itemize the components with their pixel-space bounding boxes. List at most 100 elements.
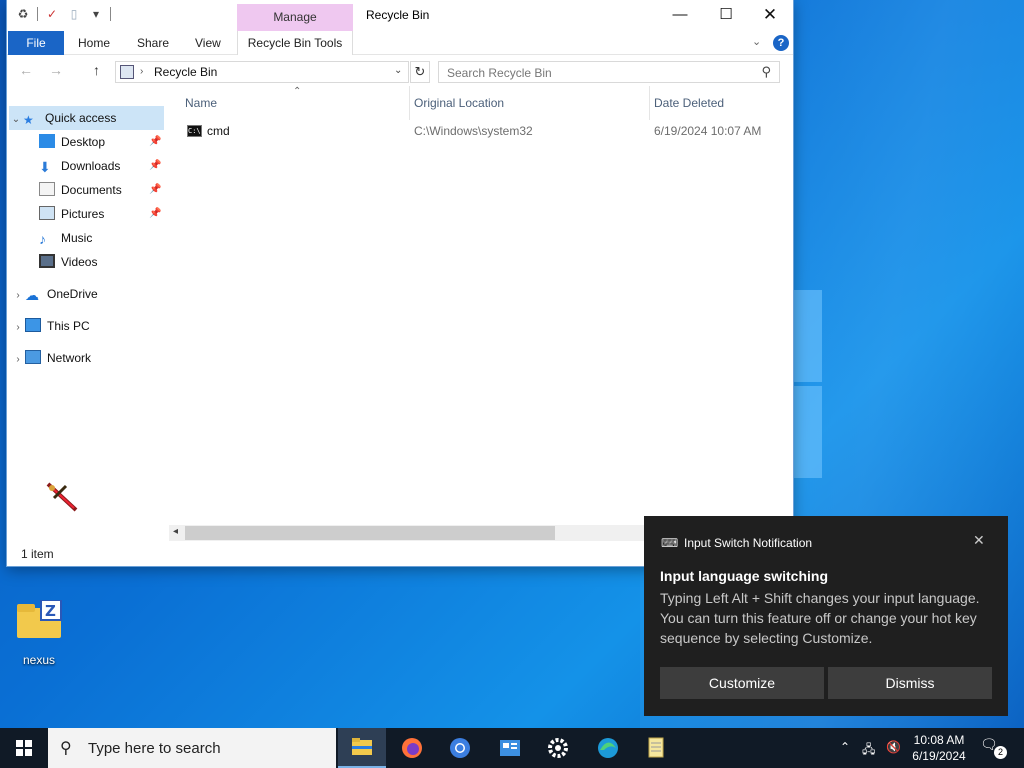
sword-icon[interactable] xyxy=(44,478,82,516)
scroll-left-icon[interactable]: ◂ xyxy=(173,526,178,537)
refresh-button[interactable]: ↻ xyxy=(410,61,430,83)
pin-icon: 📌 xyxy=(149,208,162,219)
table-row[interactable]: C:\ cmd C:\Windows\system32 6/19/2024 10… xyxy=(173,120,793,142)
nav-item-label: Documents xyxy=(61,183,122,197)
chrome-icon xyxy=(450,738,470,758)
chevron-down-icon[interactable]: ▾ xyxy=(88,6,104,22)
search-box[interactable]: Search Recycle Bin ⚲ xyxy=(438,61,780,83)
toast-app-name: Input Switch Notification xyxy=(684,536,813,550)
chevron-right-icon[interactable]: › xyxy=(11,348,25,372)
nav-item-desktop[interactable]: Desktop xyxy=(39,130,105,154)
nav-item-label: Videos xyxy=(61,255,98,269)
forward-arrow-icon[interactable]: → xyxy=(49,62,63,78)
nav-item-videos[interactable]: Videos xyxy=(39,250,97,274)
pin-icon: 📌 xyxy=(149,160,162,171)
windows-start-icon[interactable] xyxy=(0,728,48,768)
toast-title: Input language switching xyxy=(660,568,828,584)
sort-ascending-icon: ⌃ xyxy=(293,86,302,97)
column-divider[interactable] xyxy=(409,86,410,120)
recycle-bin-icon xyxy=(120,65,134,79)
title-bar: ♻ ✓ ▯ ▾ Manage Recycle Bin — ☐ ✕ xyxy=(7,0,793,31)
minimize-button[interactable]: — xyxy=(657,0,703,30)
network-status-icon[interactable]: 🖧 xyxy=(862,740,875,761)
firefox-icon xyxy=(402,738,422,758)
taskbar-firefox[interactable] xyxy=(388,728,436,768)
new-folder-icon[interactable]: ▯ xyxy=(66,6,82,22)
nav-item-network[interactable]: › Network xyxy=(11,346,91,370)
control-panel-icon xyxy=(500,740,520,756)
chevron-right-icon[interactable]: › xyxy=(140,66,143,77)
item-count: 1 item xyxy=(21,547,54,561)
nav-item-this-pc[interactable]: › This PC xyxy=(11,314,90,338)
nav-item-label: This PC xyxy=(47,319,90,333)
taskbar-search[interactable]: ⚲ Type here to search xyxy=(48,728,336,768)
column-header-date-deleted[interactable]: Date Deleted xyxy=(654,96,724,110)
nav-item-music[interactable]: ♪ Music xyxy=(39,226,92,250)
nav-item-quick-access[interactable]: ⌄ ★ Quick access xyxy=(9,106,164,130)
help-icon[interactable]: ? xyxy=(773,35,789,51)
chevron-right-icon[interactable]: › xyxy=(11,316,25,340)
tab-recycle-bin-tools[interactable]: Recycle Bin Tools xyxy=(237,31,353,55)
scrollbar-thumb[interactable] xyxy=(185,526,555,540)
up-arrow-icon[interactable]: ↑ xyxy=(93,62,100,78)
chevron-down-icon[interactable]: ⌄ xyxy=(394,65,402,76)
desktop-icon-nexus[interactable]: Z nexus xyxy=(10,599,68,667)
desktop-icon xyxy=(39,134,55,148)
back-arrow-icon[interactable]: ← xyxy=(19,62,33,78)
tab-share[interactable]: Share xyxy=(137,31,169,55)
chevron-up-icon[interactable]: ⌃ xyxy=(840,740,850,754)
column-header-original-location[interactable]: Original Location xyxy=(414,96,504,110)
system-clock[interactable]: 10:08 AM 6/19/2024 xyxy=(904,732,974,764)
close-button[interactable]: ✕ xyxy=(747,0,793,30)
nav-item-downloads[interactable]: ⬇ Downloads xyxy=(39,154,120,178)
search-icon[interactable]: ⚲ xyxy=(761,64,771,80)
cloud-icon: ☁ xyxy=(25,287,39,303)
chevron-down-icon[interactable]: ⌄ xyxy=(9,108,23,132)
chevron-right-icon[interactable]: › xyxy=(11,284,25,308)
properties-icon[interactable]: ✓ xyxy=(44,6,60,22)
file-name[interactable]: cmd xyxy=(207,124,230,138)
maximize-button[interactable]: ☐ xyxy=(703,0,749,30)
taskbar-control-panel[interactable] xyxy=(486,728,534,768)
clock-date: 6/19/2024 xyxy=(912,749,966,763)
customize-button[interactable]: Customize xyxy=(660,667,824,699)
notepad-icon xyxy=(648,737,664,758)
nav-item-pictures[interactable]: Pictures xyxy=(39,202,104,226)
address-path[interactable]: Recycle Bin xyxy=(154,65,217,79)
taskbar-file-explorer[interactable] xyxy=(338,728,386,768)
windows-logo-pane xyxy=(794,290,822,382)
file-explorer-window: ♻ ✓ ▯ ▾ Manage Recycle Bin — ☐ ✕ File Ho… xyxy=(7,0,793,566)
taskbar-settings[interactable] xyxy=(534,728,582,768)
nav-item-label: Music xyxy=(61,231,93,245)
date-deleted: 6/19/2024 10:07 AM xyxy=(654,124,762,138)
keyboard-icon: ⌨ xyxy=(661,536,679,550)
star-icon: ★ xyxy=(23,113,34,127)
dismiss-button[interactable]: Dismiss xyxy=(828,667,992,699)
column-divider[interactable] xyxy=(649,86,650,120)
clock-time: 10:08 AM xyxy=(913,733,965,747)
taskbar-chrome[interactable] xyxy=(436,728,484,768)
search-input[interactable]: Search Recycle Bin xyxy=(447,66,552,80)
tab-manage[interactable]: Manage xyxy=(237,4,353,31)
address-bar[interactable]: › Recycle Bin ⌄ xyxy=(115,61,409,83)
original-location: C:\Windows\system32 xyxy=(414,124,533,138)
search-input[interactable]: Type here to search xyxy=(88,740,221,757)
folder-icon xyxy=(352,738,372,755)
taskbar-notepad[interactable] xyxy=(632,728,680,768)
expand-ribbon-icon[interactable]: ⌄ xyxy=(752,35,761,48)
speaker-muted-icon[interactable]: 🔇 xyxy=(886,740,901,754)
nav-item-documents[interactable]: Documents xyxy=(39,178,122,202)
search-icon: ⚲ xyxy=(60,740,72,757)
tab-home[interactable]: Home xyxy=(78,31,110,55)
column-header-name[interactable]: Name xyxy=(185,96,217,110)
tab-file[interactable]: File xyxy=(8,31,64,55)
taskbar-edge[interactable] xyxy=(584,728,632,768)
edge-icon xyxy=(598,738,618,758)
close-icon[interactable]: ✕ xyxy=(973,532,985,549)
quick-access-toolbar: ♻ ✓ ▯ ▾ xyxy=(15,6,111,22)
tab-view[interactable]: View xyxy=(195,31,221,55)
nav-item-onedrive[interactable]: › ☁ OneDrive xyxy=(11,282,97,308)
network-icon xyxy=(25,350,41,364)
folder-icon: Z xyxy=(17,599,62,638)
action-center-button[interactable]: 🗨 2 xyxy=(980,736,1008,760)
